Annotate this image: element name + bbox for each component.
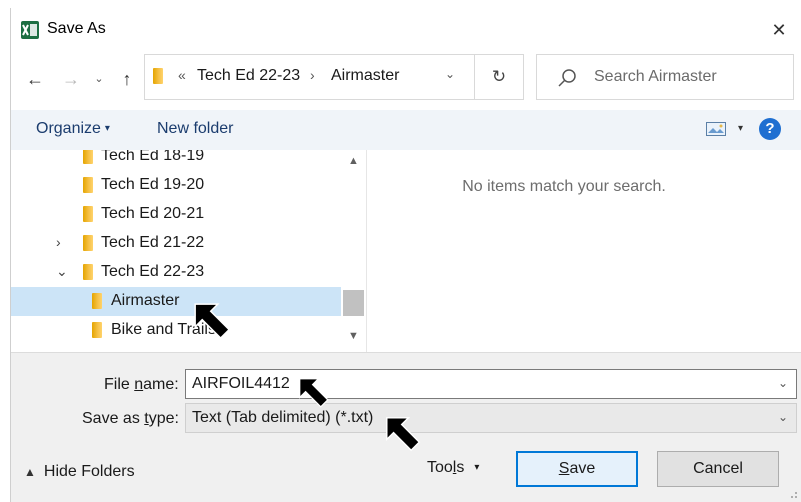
chevron-down-icon[interactable]: ⌄ xyxy=(56,263,68,280)
tree-item-tech-ed-21-22[interactable]: › Tech Ed 21-22 xyxy=(11,229,341,258)
save-as-type-select[interactable]: Text (Tab delimited) (*.txt) ⌄ xyxy=(185,403,797,433)
recent-locations-button[interactable]: ⌄ xyxy=(88,66,110,92)
tree-scrollbar[interactable]: ▲ ▼ xyxy=(341,150,366,352)
tree-item-label: Tech Ed 19-20 xyxy=(101,176,205,193)
scroll-up-icon[interactable]: ▲ xyxy=(341,155,366,167)
folder-icon xyxy=(92,293,102,309)
empty-folder-message: No items match your search. xyxy=(462,178,666,195)
save-as-type-label: Save as type: xyxy=(82,410,179,427)
folder-icon xyxy=(83,177,93,193)
save-button[interactable]: Save xyxy=(516,451,638,487)
tree-item-airmaster[interactable]: Airmaster xyxy=(11,287,341,316)
save-as-type-value: Text (Tab delimited) (*.txt) xyxy=(192,409,374,426)
file-name-dropdown-icon[interactable]: ⌄ xyxy=(778,376,788,390)
arrow-left-icon: ← xyxy=(26,69,44,89)
resize-grip-icon[interactable] xyxy=(788,489,798,499)
command-toolbar: Organize ▾ New folder ▾ ? xyxy=(11,110,801,150)
caret-down-icon: ▾ xyxy=(474,462,480,473)
breadcrumb-overflow[interactable]: « xyxy=(178,67,186,83)
tools-button[interactable]: Tools ▾ xyxy=(427,459,479,477)
forward-button[interactable]: → xyxy=(60,66,82,92)
file-name-input[interactable]: AIRFOIL4412 ⌄ xyxy=(185,369,797,399)
refresh-button[interactable]: ↻ xyxy=(474,54,524,100)
file-name-value: AIRFOIL4412 xyxy=(192,375,290,392)
search-input[interactable]: Search Airmaster xyxy=(594,68,717,86)
excel-app-icon xyxy=(21,21,39,39)
hide-folders-label: Hide Folders xyxy=(43,463,135,480)
navigation-tree[interactable]: Tech Ed 18-19 Tech Ed 19-20 Tech Ed 20-2… xyxy=(11,150,341,352)
tree-item-label: Tech Ed 22-23 xyxy=(101,263,205,280)
tree-item-label: Tech Ed 21-22 xyxy=(101,234,205,251)
file-name-label: File name: xyxy=(104,376,179,393)
caret-down-icon: ▾ xyxy=(104,123,110,134)
tree-item-label: Tech Ed 20-21 xyxy=(101,205,205,222)
view-options-icon[interactable] xyxy=(706,122,726,136)
tree-item-bike-and-trails[interactable]: Bike and Trails xyxy=(11,316,341,345)
search-box[interactable]: Search Airmaster xyxy=(536,54,794,100)
arrow-up-icon: ↑ xyxy=(122,69,132,89)
save-as-dialog: Save As ✕ ← → ⌄ ↑ « Tech Ed 22-23 › Airm… xyxy=(0,0,801,502)
tree-item-tech-ed-20-21[interactable]: Tech Ed 20-21 xyxy=(11,200,341,229)
breadcrumb-tech-ed-22-23[interactable]: Tech Ed 22-23 xyxy=(197,67,300,85)
scroll-down-icon[interactable]: ▼ xyxy=(341,330,366,342)
help-icon[interactable]: ? xyxy=(759,118,781,140)
search-icon xyxy=(558,69,576,87)
save-as-type-dropdown-icon[interactable]: ⌄ xyxy=(778,410,788,424)
folder-icon xyxy=(92,322,102,338)
pointer-arrow-icon xyxy=(194,303,231,340)
up-button[interactable]: ↑ xyxy=(116,66,138,92)
breadcrumb-separator[interactable]: › xyxy=(310,67,315,83)
arrow-right-icon: → xyxy=(62,69,80,89)
caret-up-icon: ▲ xyxy=(24,465,36,479)
refresh-icon: ↻ xyxy=(491,67,507,86)
title-bar: Save As ✕ xyxy=(11,8,801,52)
address-bar[interactable]: « Tech Ed 22-23 › Airmaster ⌄ xyxy=(144,54,474,100)
window-title: Save As xyxy=(47,20,106,37)
pointer-arrow-icon xyxy=(299,378,329,408)
view-dropdown-icon[interactable]: ▾ xyxy=(738,123,743,134)
tree-item-tech-ed-19-20[interactable]: Tech Ed 19-20 xyxy=(11,171,341,200)
new-folder-button[interactable]: New folder xyxy=(157,120,233,138)
tree-item-tech-ed-22-23[interactable]: ⌄ Tech Ed 22-23 xyxy=(11,258,341,287)
breadcrumb-airmaster[interactable]: Airmaster xyxy=(331,67,399,85)
close-icon: ✕ xyxy=(771,20,787,40)
close-button[interactable]: ✕ xyxy=(763,14,795,46)
folder-icon xyxy=(83,264,93,280)
back-button[interactable]: ← xyxy=(24,66,46,92)
folder-icon xyxy=(83,235,93,251)
folder-icon xyxy=(83,206,93,222)
cancel-button[interactable]: Cancel xyxy=(657,451,779,487)
scroll-thumb[interactable] xyxy=(343,290,364,316)
chevron-right-icon[interactable]: › xyxy=(56,234,61,250)
address-dropdown-icon[interactable]: ⌄ xyxy=(445,67,455,81)
organize-button[interactable]: Organize ▾ xyxy=(36,120,110,138)
tree-item-label: Tech Ed 18-19 xyxy=(101,150,205,164)
folder-icon xyxy=(153,68,165,86)
tree-item-label: Airmaster xyxy=(111,292,180,309)
hide-folders-button[interactable]: ▲ Hide Folders xyxy=(24,463,135,481)
chevron-down-icon: ⌄ xyxy=(94,73,104,85)
folder-icon xyxy=(83,150,93,164)
tree-item-tech-ed-18-19[interactable]: Tech Ed 18-19 xyxy=(11,150,341,171)
organize-label: Organize xyxy=(36,120,101,137)
pointer-arrow-icon xyxy=(386,417,421,452)
